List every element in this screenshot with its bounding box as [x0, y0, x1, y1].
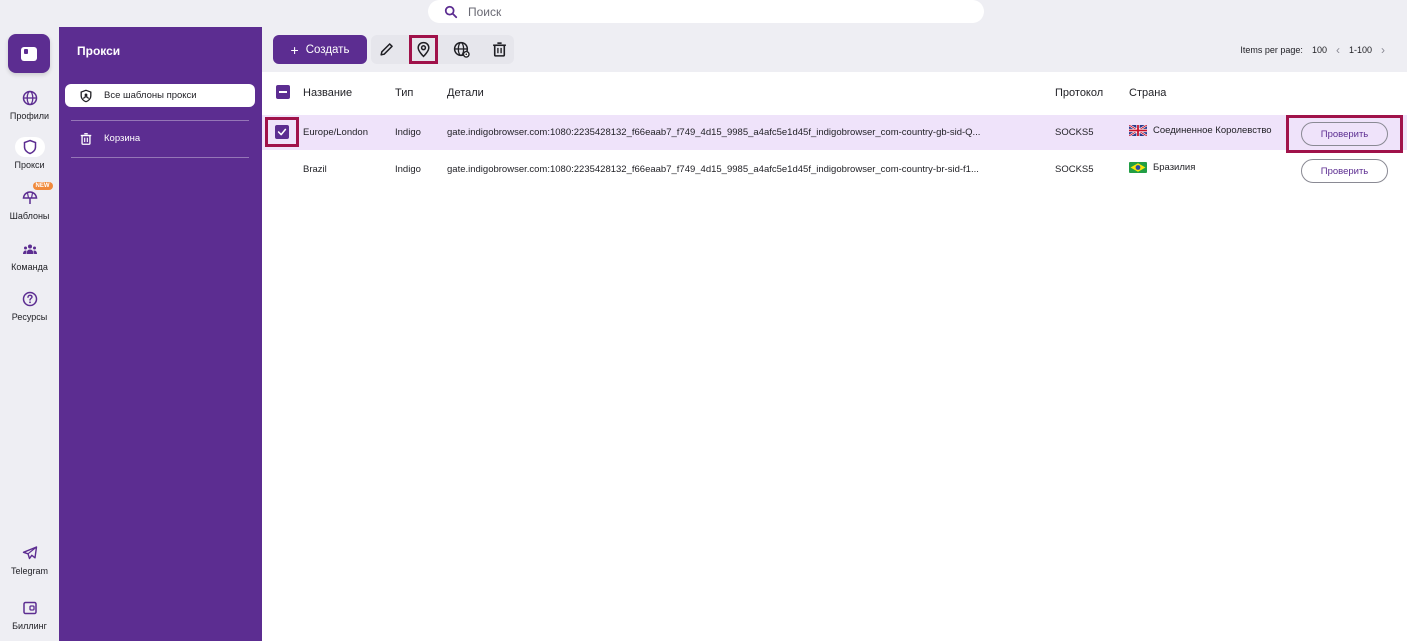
col-country[interactable]: Страна: [1129, 87, 1166, 99]
wallet-icon: [15, 598, 45, 618]
row-checkbox[interactable]: [265, 117, 299, 147]
new-badge: NEW: [32, 182, 53, 190]
panel-title: Прокси: [77, 44, 121, 58]
check-button-wrapper: Проверить: [1286, 115, 1403, 153]
create-button[interactable]: + Создать: [273, 35, 367, 64]
cell-details: gate.indigobrowser.com:1080:2235428132_f…: [447, 127, 981, 138]
table-row[interactable]: Europe/London Indigo gate.indigobrowser.…: [262, 115, 1407, 153]
rail-item-team[interactable]: Команда: [0, 239, 59, 272]
top-bar: Поиск: [0, 0, 1407, 27]
rail-label: Ресурсы: [11, 312, 48, 322]
telegram-icon: [15, 543, 45, 563]
cell-country: Соединенное Королевство: [1129, 125, 1272, 136]
panel-item-all-templates[interactable]: Все шаблоны прокси: [65, 84, 255, 107]
create-label: Создать: [305, 43, 350, 56]
help-circle-icon: [15, 289, 45, 309]
cell-country: Бразилия: [1129, 162, 1195, 173]
check-button-wrapper: Проверить: [1286, 152, 1403, 190]
check-proxy-button[interactable]: Проверить: [1301, 159, 1388, 183]
app-logo[interactable]: [8, 34, 50, 73]
rail-item-telegram[interactable]: Telegram: [0, 543, 59, 576]
rail-label: Биллинг: [12, 621, 47, 631]
delete-button[interactable]: [485, 35, 514, 64]
cell-type: Indigo: [395, 127, 421, 138]
rail-item-profiles[interactable]: Профили: [0, 88, 59, 121]
rail-item-resources[interactable]: Ресурсы: [0, 289, 59, 322]
col-details[interactable]: Детали: [447, 87, 484, 99]
country-name: Соединенное Королевство: [1153, 125, 1272, 137]
col-type[interactable]: Тип: [395, 87, 413, 99]
rail-label: Шаблоны: [9, 211, 50, 221]
icon-rail: Профили Прокси NEW Шаблоны Команда Ресур…: [0, 27, 59, 641]
shield-icon: [14, 137, 45, 157]
rail-label: Telegram: [10, 566, 48, 576]
plus-icon: +: [290, 41, 299, 58]
team-icon: [15, 239, 45, 259]
pagination: Items per page: 100 ‹ 1-100 ›: [1240, 43, 1385, 57]
rail-label: Прокси: [14, 160, 45, 170]
uk-flag-icon: [1129, 125, 1147, 136]
items-per-page-label: Items per page:: [1240, 45, 1303, 55]
rail-item-templates[interactable]: NEW Шаблоны: [0, 182, 59, 221]
rail-item-billing[interactable]: Биллинг: [0, 598, 59, 631]
check-proxy-button[interactable]: Проверить: [1301, 122, 1388, 146]
search-input[interactable]: Поиск: [428, 0, 984, 23]
cell-name: Brazil: [303, 164, 327, 175]
search-icon: [444, 5, 468, 19]
table-row[interactable]: Brazil Indigo gate.indigobrowser.com:108…: [262, 152, 1407, 187]
cell-details: gate.indigobrowser.com:1080:2235428132_f…: [447, 164, 979, 175]
globe-icon: [15, 88, 45, 108]
edit-button[interactable]: [372, 35, 401, 64]
cell-name: Europe/London: [303, 127, 368, 138]
col-protocol[interactable]: Протокол: [1055, 87, 1103, 99]
trash-icon: [79, 132, 104, 146]
rail-label: Профили: [9, 111, 50, 121]
search-placeholder: Поиск: [468, 4, 502, 19]
trash-icon: [493, 42, 506, 57]
col-name[interactable]: Название: [303, 87, 352, 99]
items-per-page-select[interactable]: 100: [1312, 45, 1327, 55]
globe-settings-icon: [453, 41, 470, 58]
panel-divider: [71, 120, 249, 121]
panel-divider: [71, 157, 249, 158]
edit-icon: [380, 43, 393, 56]
main-content: + Создать Items per page: 100 ‹ 1-100 › …: [262, 27, 1407, 641]
umbrella-icon: NEW: [15, 182, 53, 208]
rail-label: Команда: [11, 262, 48, 272]
check-icon: [275, 125, 289, 139]
country-name: Бразилия: [1153, 162, 1196, 174]
chevron-right-icon[interactable]: ›: [1381, 43, 1385, 57]
rail-item-proxy[interactable]: Прокси: [0, 137, 59, 170]
toolbar: + Создать Items per page: 100 ‹ 1-100 ›: [262, 27, 1407, 72]
brazil-flag-icon: [1129, 162, 1147, 173]
location-button[interactable]: [409, 35, 438, 64]
table-header: Название Тип Детали Протокол Страна: [262, 78, 1407, 110]
shield-user-icon: [79, 89, 104, 103]
globe-settings-button[interactable]: [447, 35, 476, 64]
panel-item-label: Все шаблоны прокси: [104, 90, 197, 101]
logo-icon: [21, 46, 37, 61]
location-pin-icon: [417, 41, 430, 58]
page-range: 1-100: [1348, 45, 1372, 55]
cell-type: Indigo: [395, 164, 421, 175]
proxy-panel: Прокси Все шаблоны прокси Корзина: [59, 27, 262, 641]
panel-item-label: Корзина: [104, 133, 141, 144]
panel-item-trash[interactable]: Корзина: [65, 127, 255, 150]
cell-protocol: SOCKS5: [1055, 127, 1094, 138]
chevron-left-icon[interactable]: ‹: [1336, 43, 1340, 57]
cell-protocol: SOCKS5: [1055, 164, 1094, 175]
